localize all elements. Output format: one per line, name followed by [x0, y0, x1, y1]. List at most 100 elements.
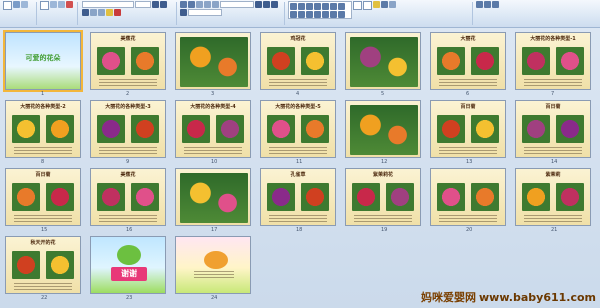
- flower-photo: [216, 115, 244, 143]
- slide-number: 3: [211, 91, 215, 97]
- outdent-icon[interactable]: [204, 1, 211, 8]
- slide-thumbnail[interactable]: 紫茉莉: [515, 168, 591, 226]
- paste-icon[interactable]: [3, 1, 12, 10]
- align-left-icon[interactable]: [255, 1, 262, 8]
- slide-thumbnail[interactable]: [175, 168, 251, 226]
- watermark: 妈咪爱婴网 www.baby611.com: [421, 289, 596, 305]
- italic-icon[interactable]: [160, 1, 167, 8]
- slide-title: 大丽花的各种类型-2: [20, 104, 66, 110]
- slide-thumbnail[interactable]: 大丽花的各种类型-3: [90, 100, 166, 158]
- reset-icon[interactable]: [58, 1, 65, 8]
- flower-photo: [471, 183, 499, 211]
- shadow-icon[interactable]: [98, 9, 105, 16]
- justify-icon[interactable]: [180, 9, 187, 16]
- slide-number: 1: [41, 91, 45, 97]
- indent-icon[interactable]: [196, 1, 203, 8]
- slide-thumbnail[interactable]: [430, 168, 506, 226]
- select-icon[interactable]: [492, 1, 499, 8]
- slide-thumbnail[interactable]: 大丽花的各种类型-2: [5, 100, 81, 158]
- slide-number: 10: [211, 159, 218, 165]
- font-color-icon[interactable]: [114, 9, 121, 16]
- flower-photo: [180, 173, 248, 223]
- align-center-icon[interactable]: [263, 1, 270, 8]
- line-spacing-icon[interactable]: [212, 1, 219, 8]
- slide-text-block: [439, 79, 497, 87]
- slide-thumbnail[interactable]: 谢谢: [90, 236, 166, 294]
- slide-thumbnail[interactable]: 美蕉花: [90, 32, 166, 90]
- slide-title: 可爱的花朵: [25, 54, 61, 62]
- slide-thumbnail[interactable]: 百日菊: [5, 168, 81, 226]
- flower-photo: [437, 47, 465, 75]
- find-icon[interactable]: [476, 1, 483, 8]
- shapes-gallery[interactable]: [288, 1, 352, 19]
- slide-thumbnail[interactable]: [345, 100, 421, 158]
- slide-number: 14: [551, 159, 558, 165]
- flower-photo: [522, 183, 550, 211]
- mushroom-house-illustration: [204, 251, 228, 269]
- slide-thumbnail[interactable]: 紫茉莉花: [345, 168, 421, 226]
- align-right-icon[interactable]: [271, 1, 278, 8]
- slide-thumbnail[interactable]: 百日菊: [515, 100, 591, 158]
- numbering-icon[interactable]: [188, 1, 195, 8]
- strikethrough-icon[interactable]: [90, 9, 97, 16]
- slide-thumbnail[interactable]: 大丽花: [430, 32, 506, 90]
- flower-photo: [471, 47, 499, 75]
- slide-number: 16: [126, 227, 133, 233]
- shape-fill-icon[interactable]: [373, 1, 380, 8]
- slide-number: 2: [126, 91, 130, 97]
- bullets-icon[interactable]: [180, 1, 187, 8]
- replace-icon[interactable]: [484, 1, 491, 8]
- slide-thumbnail[interactable]: 大丽花的各种类型-1: [515, 32, 591, 90]
- slide-title: 百日菊: [460, 104, 476, 110]
- flower-photo: [350, 105, 418, 155]
- editing-group: [476, 1, 596, 21]
- slide-title: 大丽花的各种类型-4: [190, 104, 236, 110]
- flower-photo: [180, 37, 248, 87]
- slide-number: 12: [381, 159, 388, 165]
- convert-smartart-select[interactable]: [188, 9, 222, 16]
- slide-thumbnail[interactable]: [175, 236, 251, 294]
- slide-number: 19: [381, 227, 388, 233]
- slide-title: 大丽花的各种类型-3: [105, 104, 151, 110]
- bold-icon[interactable]: [152, 1, 159, 8]
- slide-thumbnail[interactable]: 大丽花的各种类型-5: [260, 100, 336, 158]
- slide-thumbnail[interactable]: 孔雀草: [260, 168, 336, 226]
- flower-photo: [131, 115, 159, 143]
- slide-thumbnail[interactable]: 百日菊: [430, 100, 506, 158]
- new-slide-icon[interactable]: [40, 1, 49, 10]
- shape-effects-icon[interactable]: [389, 1, 396, 8]
- slide-text-block: [184, 147, 242, 155]
- slide-text-block: [14, 215, 72, 223]
- quick-styles-icon[interactable]: [363, 1, 372, 10]
- slide-number: 21: [551, 227, 558, 233]
- slide-thumbnail[interactable]: 秋天开的花: [5, 236, 81, 294]
- layout-icon[interactable]: [50, 1, 57, 8]
- copy-icon[interactable]: [21, 1, 28, 8]
- slides-group: [40, 1, 74, 21]
- flower-photo: [46, 251, 74, 279]
- paragraph-group: [180, 1, 280, 21]
- underline-icon[interactable]: [82, 9, 89, 16]
- font-name-select[interactable]: [82, 1, 134, 8]
- flower-photo: [267, 115, 295, 143]
- slide-title: 百日菊: [545, 104, 561, 110]
- slide-number: 22: [41, 295, 48, 301]
- flower-photo: [471, 115, 499, 143]
- flower-photo: [131, 183, 159, 211]
- slide-number: 13: [466, 159, 473, 165]
- slide-thumbnail[interactable]: 大丽花的各种类型-4: [175, 100, 251, 158]
- slide-thumbnail[interactable]: 美蕉花: [90, 168, 166, 226]
- ribbon-toolbar: [0, 0, 600, 28]
- delete-slide-icon[interactable]: [66, 1, 73, 8]
- arrange-icon[interactable]: [353, 1, 362, 10]
- slide-thumbnail[interactable]: 可爱的花朵: [3, 30, 83, 92]
- slide-thumbnail[interactable]: [175, 32, 251, 90]
- slide-thumbnail[interactable]: 鸡冠花: [260, 32, 336, 90]
- font-size-select[interactable]: [135, 1, 151, 8]
- cut-icon[interactable]: [13, 1, 20, 8]
- text-direction-select[interactable]: [220, 1, 254, 8]
- shape-outline-icon[interactable]: [381, 1, 388, 8]
- slide-thumbnail[interactable]: [345, 32, 421, 90]
- flower-photo: [267, 47, 295, 75]
- highlight-icon[interactable]: [106, 9, 113, 16]
